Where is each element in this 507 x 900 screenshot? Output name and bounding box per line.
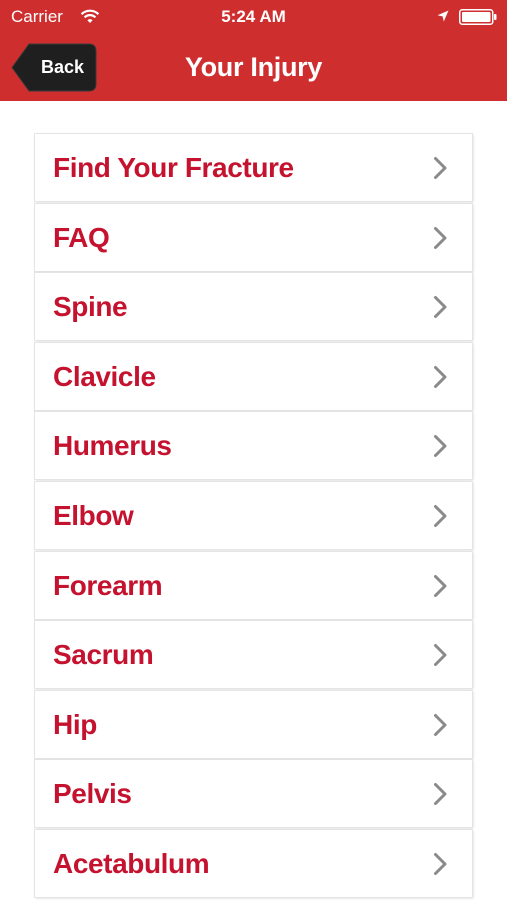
status-time: 5:24 AM — [221, 7, 286, 26]
chevron-right-icon — [434, 644, 447, 667]
list-item-label: Pelvis — [53, 778, 132, 810]
list-item-label: Spine — [53, 291, 128, 323]
chevron-right-icon — [434, 296, 447, 319]
chevron-right-icon — [434, 783, 447, 806]
list-item-label: Forearm — [53, 569, 163, 601]
list-item-label: FAQ — [53, 221, 110, 253]
list-item-label: Clavicle — [53, 360, 156, 392]
list-item-label: Humerus — [53, 430, 172, 462]
chevron-right-icon — [434, 365, 447, 388]
list-item-4[interactable]: Humerus — [35, 412, 472, 480]
list-item-7[interactable]: Sacrum — [35, 621, 472, 689]
list-item-8[interactable]: Hip — [35, 690, 472, 758]
list-item-6[interactable]: Forearm — [35, 551, 472, 619]
list-item-label: Elbow — [53, 499, 134, 531]
nav-bar: Carrier 5:24 AM Back Your Injury — [0, 0, 507, 101]
list-item-3[interactable]: Clavicle — [35, 342, 472, 410]
list-item-5[interactable]: Elbow — [35, 481, 472, 549]
chevron-right-icon — [434, 713, 447, 736]
status-bar: Carrier 5:24 AM — [0, 0, 507, 34]
list-item-10[interactable]: Acetabulum — [35, 829, 472, 897]
list-item-label: Sacrum — [53, 639, 154, 671]
list-item-9[interactable]: Pelvis — [35, 760, 472, 828]
battery-icon — [459, 9, 497, 25]
list-item-2[interactable]: Spine — [35, 273, 472, 341]
chevron-right-icon — [434, 852, 447, 875]
chevron-right-icon — [434, 574, 447, 597]
chevron-right-icon — [434, 226, 447, 249]
list-item-label: Find Your Fracture — [53, 152, 294, 183]
chevron-right-icon — [434, 504, 447, 527]
list-item-label: Acetabulum — [53, 847, 210, 879]
list-item-1[interactable]: FAQ — [35, 203, 472, 271]
list-item-label: Hip — [53, 708, 97, 740]
chevron-right-icon — [434, 435, 447, 458]
page-title: Your Injury — [184, 52, 323, 82]
list-item-0[interactable]: Find Your Fracture — [35, 134, 472, 201]
chevron-right-icon — [434, 157, 447, 179]
injury-menu-list: Find Your Fracture FAQ Spine Clavicle Hu… — [35, 134, 472, 900]
location-icon — [437, 10, 449, 22]
